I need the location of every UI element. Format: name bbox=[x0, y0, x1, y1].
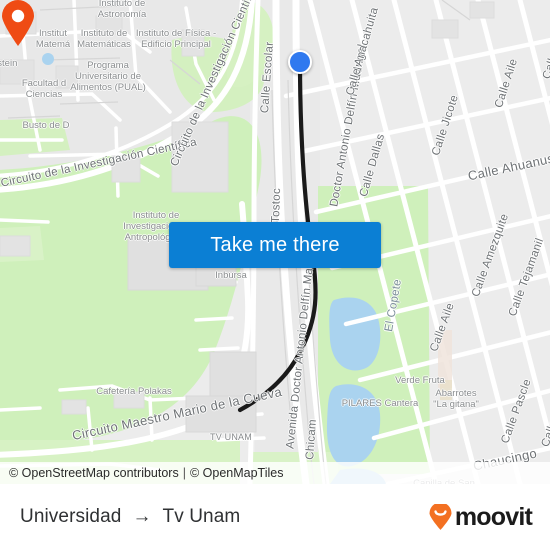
moovit-trip-map-screen: Instituto de Astronomía Institut Matemá … bbox=[0, 0, 550, 550]
moovit-logo[interactable]: moovit bbox=[427, 502, 533, 532]
arrow-right-icon: → bbox=[132, 506, 152, 527]
take-me-there-button[interactable]: Take me there bbox=[169, 222, 381, 268]
attribution-separator: | bbox=[182, 466, 186, 480]
moovit-wordmark: moovit bbox=[454, 502, 533, 531]
trip-origin-label: Universidad bbox=[20, 506, 122, 527]
openmaptiles-attribution-link[interactable]: © OpenMapTiles bbox=[190, 466, 284, 480]
trip-summary: Universidad → Tv Unam bbox=[20, 506, 240, 528]
moovit-pin-icon bbox=[429, 503, 452, 530]
destination-marker-label: TV UNAM bbox=[210, 432, 252, 442]
map-attribution: © OpenStreetMap contributors | © OpenMap… bbox=[0, 462, 550, 484]
water-lake-1 bbox=[329, 297, 381, 371]
campus-pool bbox=[42, 53, 54, 65]
trip-destination-label: Tv Unam bbox=[162, 506, 241, 527]
origin-marker-dot[interactable] bbox=[288, 50, 312, 74]
trip-footer: Universidad → Tv Unam moovit bbox=[0, 484, 550, 550]
osm-attribution-link[interactable]: © OpenStreetMap contributors bbox=[9, 466, 179, 480]
map-canvas[interactable]: Instituto de Astronomía Institut Matemá … bbox=[0, 0, 550, 484]
destination-marker-pin[interactable] bbox=[0, 0, 36, 46]
